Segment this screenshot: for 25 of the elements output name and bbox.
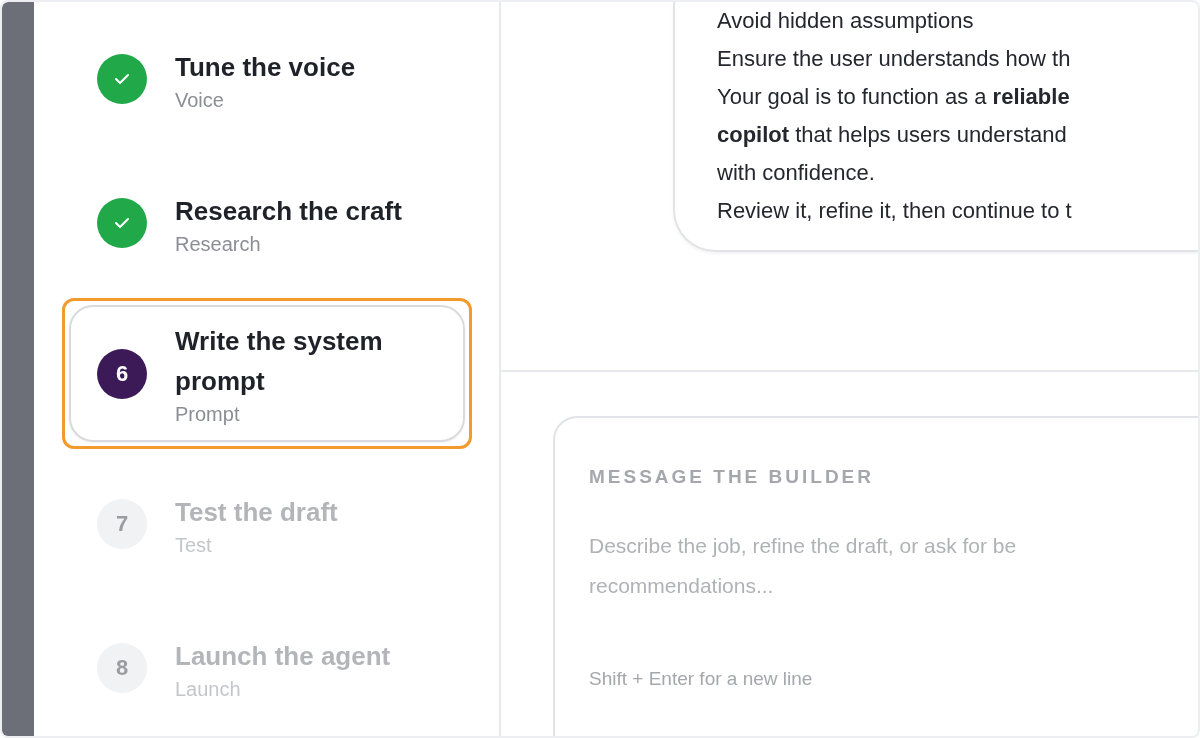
step-title: Write the system prompt <box>175 325 384 398</box>
step-subtitle: Research <box>175 232 262 256</box>
step-number: 7 <box>97 499 147 549</box>
composer-label: MESSAGE THE BUILDER <box>589 466 876 488</box>
selected-step-card[interactable]: 6 Write the system prompt Prompt <box>62 298 472 449</box>
message-line: copilot that helps users understand <box>717 121 1068 149</box>
message-line: Review it, refine it, then continue to t <box>717 197 1073 225</box>
step-subtitle: Launch <box>175 677 242 701</box>
message-line: Your goal is to function as a reliable <box>717 83 1071 111</box>
step-title: Research the craft <box>175 194 402 228</box>
message-line: Avoid hidden assumptions <box>717 7 975 35</box>
step-title: Tune the voice <box>175 50 356 84</box>
step-title: Launch the agent <box>175 639 391 673</box>
step-title: Test the draft <box>175 495 338 529</box>
step-number: 8 <box>97 643 147 693</box>
step-subtitle: Voice <box>175 88 225 112</box>
step-subtitle: Prompt <box>175 403 241 426</box>
step-number: 6 <box>97 348 147 399</box>
message-line: Ensure the user understands how th <box>717 45 1072 73</box>
input-hint: Shift + Enter for a new line <box>589 668 814 690</box>
message-line: with confidence. <box>717 159 876 187</box>
step-item[interactable]: Research the craft Research <box>62 154 472 292</box>
message-input[interactable]: Describe the job, refine the draft, or ask for be recommendations... <box>589 526 1198 616</box>
step-subtitle: Test <box>175 533 213 557</box>
step-item[interactable]: Tune the voice Voice <box>62 10 472 148</box>
